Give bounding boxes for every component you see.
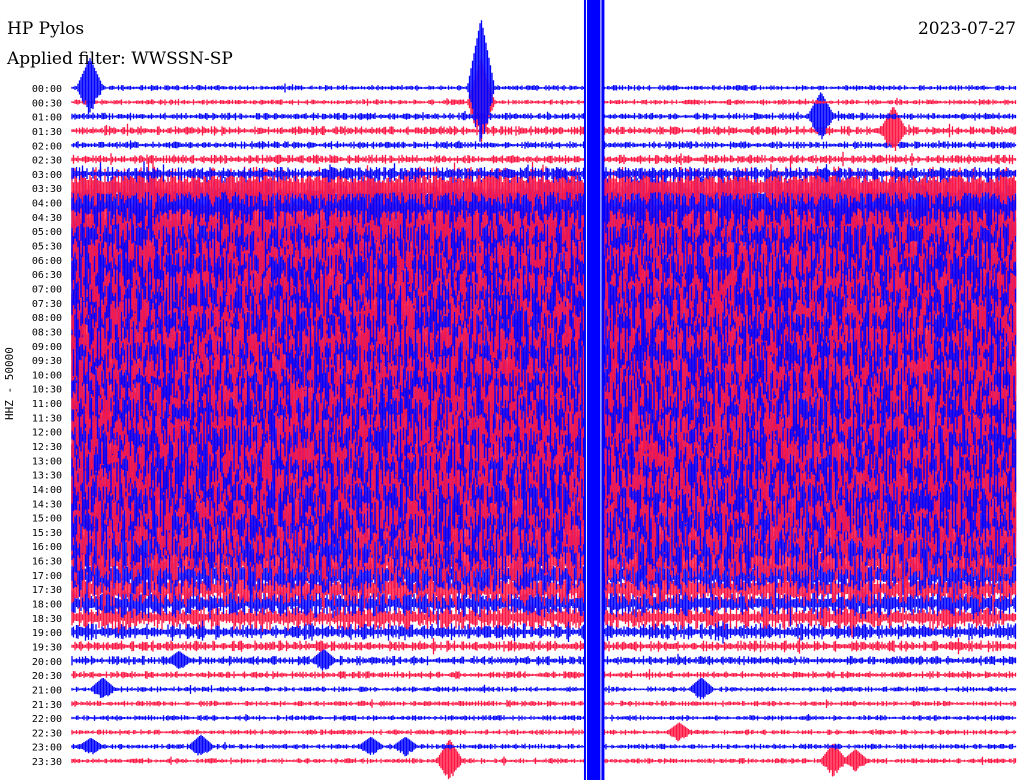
- row-label: 06:00: [32, 256, 62, 267]
- row-label: 15:00: [32, 514, 62, 525]
- row-label: 22:30: [32, 728, 62, 739]
- row-label: 15:30: [32, 528, 62, 539]
- row-label: 11:30: [32, 413, 62, 424]
- row-label: 12:30: [32, 442, 62, 453]
- seismogram-chart: 23:30 23:00 22:30 22:00 21:30 21:00 20:30 20:00…: [32, 0, 1017, 780]
- trace-1930: [71, 637, 1017, 655]
- row-label: 01:30: [32, 127, 62, 138]
- row-label: 16:00: [32, 542, 62, 553]
- trace-0200: [71, 140, 1017, 150]
- trace-2200: [71, 714, 1017, 722]
- trace-0230: [71, 151, 1017, 167]
- row-label: 10:30: [32, 385, 62, 396]
- row-label: 18:00: [32, 600, 62, 611]
- trace-2100: [71, 678, 1017, 700]
- row-label: 02:00: [32, 141, 62, 152]
- row-label: 12:00: [32, 428, 62, 439]
- data-gap-line: [600, 0, 602, 780]
- row-label: 22:00: [32, 714, 62, 725]
- row-label: 04:00: [32, 199, 62, 210]
- trace-2300: [71, 734, 1017, 757]
- row-label: 07:00: [32, 284, 62, 295]
- data-gap-line: [585, 0, 587, 780]
- row-label: 13:00: [32, 456, 62, 467]
- row-label: 02:30: [32, 156, 62, 167]
- row-label: 19:30: [32, 642, 62, 653]
- row-label: 10:00: [32, 370, 62, 381]
- row-label: 14:00: [32, 485, 62, 496]
- trace-2030: [71, 669, 1017, 680]
- row-label: 09:00: [32, 342, 62, 353]
- row-label: 07:30: [32, 299, 62, 310]
- trace-2230: [71, 722, 1017, 742]
- row-label: 08:00: [32, 313, 62, 324]
- row-label: 05:30: [32, 242, 62, 253]
- row-label: 17:30: [32, 585, 62, 596]
- row-label: 08:30: [32, 327, 62, 338]
- trace-2000: [71, 649, 1017, 671]
- row-label: 06:30: [32, 270, 62, 281]
- row-label: 20:30: [32, 671, 62, 682]
- row-label: 23:30: [32, 757, 62, 768]
- row-label: 13:30: [32, 471, 62, 482]
- row-label: 21:00: [32, 685, 62, 696]
- row-label: 19:00: [32, 628, 62, 639]
- row-label: 01:00: [32, 113, 62, 124]
- row-label: 20:00: [32, 657, 62, 668]
- row-label: 00:30: [32, 98, 62, 109]
- row-label: 21:30: [32, 700, 62, 711]
- row-label: 03:00: [32, 170, 62, 181]
- row-label: 00:00: [32, 84, 62, 95]
- row-label: 23:00: [32, 743, 62, 754]
- row-label: 04:30: [32, 213, 62, 224]
- row-label: 09:30: [32, 356, 62, 367]
- row-label: 03:30: [32, 184, 62, 195]
- row-label: 11:00: [32, 399, 62, 410]
- trace-2130: [71, 699, 1017, 708]
- trace-0000: [71, 20, 1017, 142]
- row-label: 05:00: [32, 227, 62, 238]
- row-label: 16:30: [32, 557, 62, 568]
- row-label: 14:30: [32, 499, 62, 510]
- row-label: 18:30: [32, 614, 62, 625]
- row-label: 17:00: [32, 571, 62, 582]
